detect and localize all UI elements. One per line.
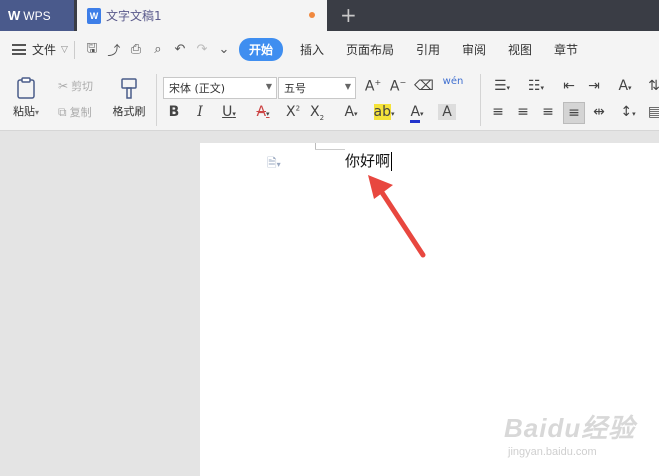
clipboard-icon	[17, 77, 35, 99]
menu-bar: 文件 ▽ 🖫 ⤴ ⎙ ⌕ ↶ ↷ ⌄ 开始 插入 页面布局 引用 审阅 视图 章…	[0, 31, 659, 68]
char-shading-icon[interactable]: A	[438, 104, 456, 120]
ribbon-toolbar: 粘贴▾ ✂ 剪切 ⧉ 复制 格式刷 宋体 (正文) ▼ 五号 ▼ A+ A− ⌫…	[0, 68, 659, 131]
paste-button[interactable]: 粘贴▾	[10, 76, 42, 119]
word-doc-icon: W	[87, 7, 101, 24]
align-left-icon[interactable]: ≡	[489, 104, 507, 120]
tab-view[interactable]: 视图	[497, 41, 543, 58]
font-size-value: 五号	[284, 82, 306, 95]
copy-label: 复制	[69, 106, 92, 119]
font-size-select[interactable]: 五号 ▼	[278, 77, 356, 99]
italic-icon[interactable]: I	[192, 104, 208, 120]
watermark-url: jingyan.baidu.com	[508, 446, 597, 458]
unsaved-dot-icon	[309, 12, 315, 18]
baidu-watermark: Baidu经验 jingyan.baidu.com	[504, 408, 636, 458]
tab-page-layout[interactable]: 页面布局	[335, 41, 405, 58]
underline-icon[interactable]: U▾	[216, 104, 242, 120]
tab-insert[interactable]: 插入	[289, 41, 335, 58]
tab-home[interactable]: 开始	[238, 38, 283, 61]
save-icon[interactable]: 🖫	[81, 39, 103, 61]
print-icon[interactable]: ⎙	[125, 42, 147, 57]
redo-icon[interactable]: ↷	[191, 42, 213, 57]
clear-format-icon[interactable]: ⌫	[414, 78, 434, 94]
wps-logo-icon: W	[8, 8, 20, 23]
increase-indent-icon[interactable]: ⇥	[585, 78, 603, 94]
typed-text: 你好啊	[345, 152, 391, 170]
copy-icon: ⧉	[58, 104, 67, 119]
tab-references[interactable]: 引用	[405, 41, 451, 58]
margin-marker	[315, 149, 345, 150]
bullet-list-icon[interactable]: ☰▾	[489, 78, 515, 94]
shrink-font-icon[interactable]: A−	[388, 78, 408, 95]
divider	[480, 74, 481, 126]
paragraph-shading-icon[interactable]: ▤	[648, 104, 659, 120]
cut-button[interactable]: ✂ 剪切	[58, 78, 93, 94]
highlight-icon[interactable]: ab▾	[370, 104, 398, 120]
bold-icon[interactable]: B	[166, 104, 182, 120]
distributed-align-icon[interactable]: ⇹	[590, 104, 608, 120]
copy-button[interactable]: ⧉ 复制	[58, 104, 92, 120]
quick-access-more-icon[interactable]: ⌄	[213, 42, 235, 57]
line-spacing-icon[interactable]: ↕▾	[615, 104, 641, 120]
chevron-down-icon: ▼	[344, 82, 351, 91]
file-menu-label: 文件	[32, 43, 57, 57]
format-painter-button[interactable]: 格式刷	[108, 76, 150, 119]
text-effect-icon[interactable]: A▾	[338, 104, 364, 120]
document-nav-icon[interactable]: 🗎▾	[267, 154, 281, 175]
divider	[73, 40, 75, 59]
phonetic-guide-icon[interactable]: wén	[440, 76, 466, 87]
undo-icon[interactable]: ↶	[169, 42, 191, 57]
text-cursor	[391, 152, 393, 171]
document-tab-title: 文字文稿1	[106, 9, 162, 23]
cut-label: 剪切	[71, 80, 94, 93]
text-direction-icon[interactable]: A▾	[612, 78, 638, 94]
scissors-icon: ✂	[58, 79, 69, 93]
decrease-indent-icon[interactable]: ⇤	[560, 78, 578, 94]
wps-home-tab[interactable]: W WPS	[0, 0, 74, 31]
hamburger-icon	[12, 44, 26, 55]
title-bar: W WPS W 文字文稿1 +	[0, 0, 659, 31]
strikethrough-icon[interactable]: A▾	[250, 104, 276, 120]
font-name-select[interactable]: 宋体 (正文) ▼	[163, 77, 277, 99]
chevron-down-icon: ▼	[265, 82, 272, 91]
format-painter-label: 格式刷	[112, 105, 146, 118]
watermark-brand: Baidu经验	[504, 413, 636, 443]
brush-icon	[121, 78, 137, 99]
subscript-icon[interactable]: X2	[308, 104, 326, 122]
font-name-value: 宋体 (正文)	[169, 82, 226, 95]
numbered-list-icon[interactable]: ☷▾	[523, 78, 549, 94]
print-preview-icon[interactable]: ⌕	[147, 42, 169, 57]
export-icon[interactable]: ⤴	[103, 40, 125, 59]
grow-font-icon[interactable]: A+	[363, 78, 383, 95]
file-menu-button[interactable]: 文件 ▽	[12, 41, 68, 58]
chevron-down-icon: ▽	[61, 44, 68, 55]
wps-app-name: WPS	[23, 8, 51, 23]
font-color-icon[interactable]: A▾	[404, 104, 430, 123]
document-tab[interactable]: W 文字文稿1	[77, 0, 327, 31]
tab-chapter[interactable]: 章节	[543, 41, 589, 58]
justify-icon[interactable]: ≡	[563, 102, 585, 124]
sort-icon[interactable]: ⇅	[648, 78, 659, 94]
divider	[156, 74, 157, 126]
paste-label: 粘贴▾	[12, 105, 39, 118]
tab-review[interactable]: 审阅	[451, 41, 497, 58]
document-text[interactable]: 你好啊	[345, 150, 393, 171]
align-right-icon[interactable]: ≡	[539, 104, 557, 120]
new-tab-button[interactable]: +	[340, 3, 357, 27]
align-center-icon[interactable]: ≡	[514, 104, 532, 120]
annotation-arrow-icon	[368, 175, 426, 258]
superscript-icon[interactable]: X2	[284, 104, 302, 120]
